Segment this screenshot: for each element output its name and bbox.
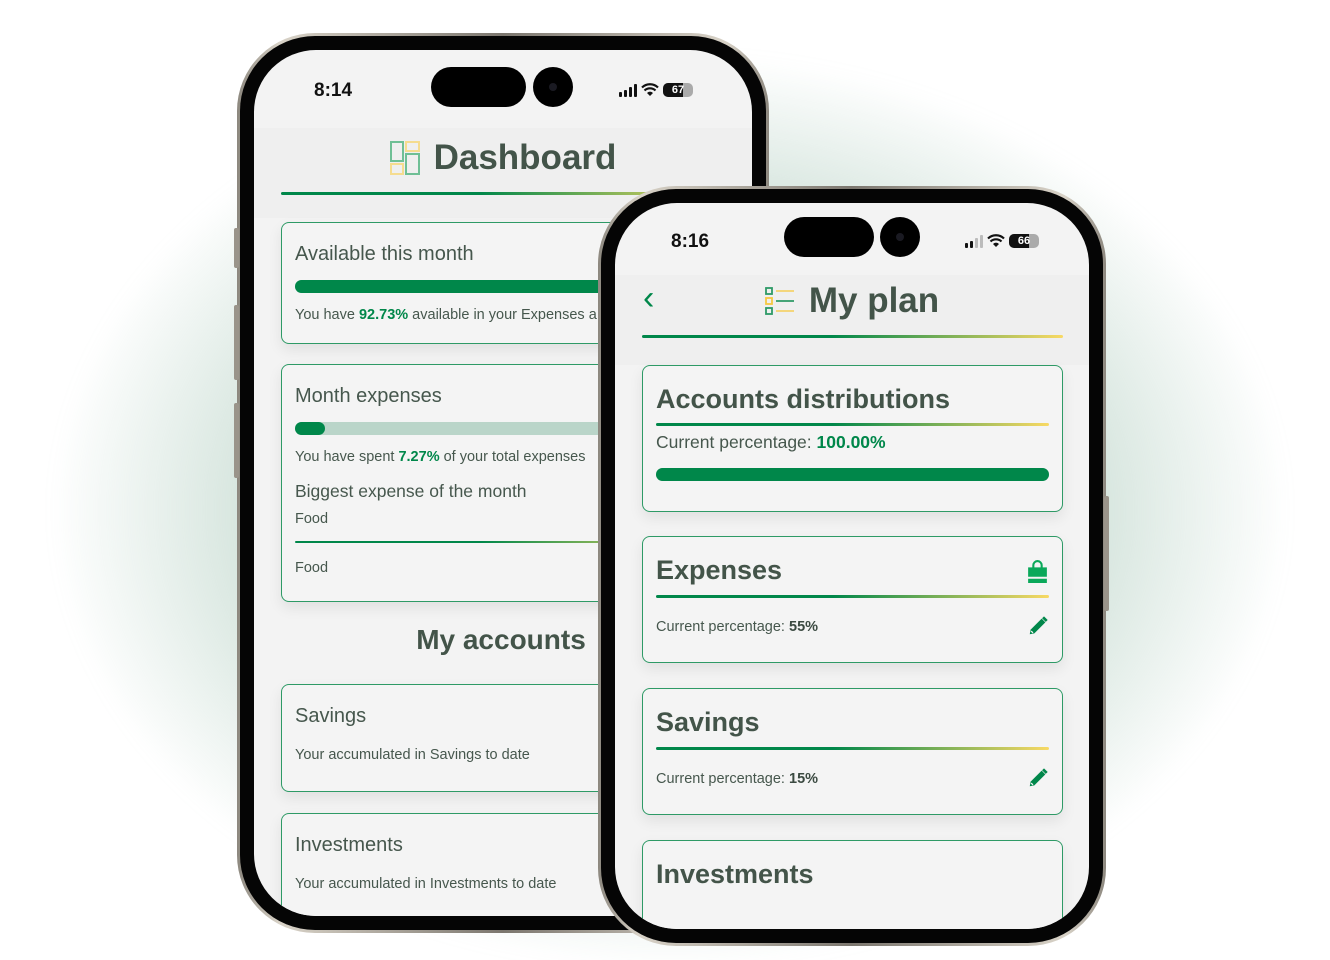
status-bar: 8:14 67 xyxy=(254,50,752,120)
available-title: Available this month xyxy=(295,243,474,265)
status-icons: 66 xyxy=(965,234,1039,248)
distribution-title: Accounts distributions xyxy=(656,384,951,414)
month-expenses-title: Month expenses xyxy=(295,385,442,407)
list-icon xyxy=(764,287,794,315)
wifi-icon xyxy=(987,234,1005,247)
header: ‹ My plan xyxy=(615,275,1089,365)
distribution-percentage: Current percentage: 100.00% xyxy=(656,432,886,452)
plan-card-savings[interactable]: Savings Current percentage: 15% xyxy=(642,688,1063,815)
my-plan-screen: 8:16 66 ‹ My plan Accounts distributions… xyxy=(615,203,1089,929)
side-button xyxy=(1104,496,1109,611)
plan-card-expenses[interactable]: Expenses Current percentage: 55% xyxy=(642,536,1063,663)
wifi-icon xyxy=(641,83,659,96)
page-title: My plan xyxy=(808,281,940,320)
phone-my-plan: 8:16 66 ‹ My plan Accounts distributions… xyxy=(598,186,1109,946)
edit-pencil-icon[interactable] xyxy=(1027,767,1049,789)
battery-icon: 66 xyxy=(1009,234,1039,248)
shopping-bag-icon xyxy=(1028,560,1047,583)
signal-icon xyxy=(965,234,983,248)
side-button xyxy=(234,228,239,268)
signal-icon xyxy=(619,83,637,97)
side-button xyxy=(234,403,239,478)
distribution-card: Accounts distributions Current percentag… xyxy=(642,365,1063,512)
savings-percentage: Current percentage: 15% xyxy=(656,771,819,787)
side-button xyxy=(234,305,239,380)
status-time: 8:14 xyxy=(314,80,353,101)
biggest-expense-title: Biggest expense of the month xyxy=(295,481,527,501)
distribution-progress xyxy=(656,468,1049,481)
camera-icon xyxy=(533,67,573,107)
camera-icon xyxy=(880,217,920,257)
edit-pencil-icon[interactable] xyxy=(1027,615,1049,637)
status-icons: 67 xyxy=(619,83,693,97)
header-divider xyxy=(642,335,1063,338)
status-bar: 8:16 66 xyxy=(615,203,1089,273)
available-text: You have 92.73% available in your Expens… xyxy=(295,307,597,323)
expenses-percentage: Current percentage: 55% xyxy=(656,619,819,635)
dynamic-island xyxy=(784,217,874,257)
battery-icon: 67 xyxy=(663,83,693,97)
page-title: Dashboard xyxy=(433,138,617,177)
card-divider xyxy=(656,747,1049,750)
card-divider xyxy=(656,423,1049,426)
plan-card-investments[interactable]: Investments xyxy=(642,840,1063,929)
card-divider xyxy=(656,595,1049,598)
status-time: 8:16 xyxy=(671,231,710,252)
dashboard-icon xyxy=(389,141,420,175)
expenses-text: You have spent 7.27% of your total expen… xyxy=(295,449,586,465)
dynamic-island xyxy=(431,67,526,107)
